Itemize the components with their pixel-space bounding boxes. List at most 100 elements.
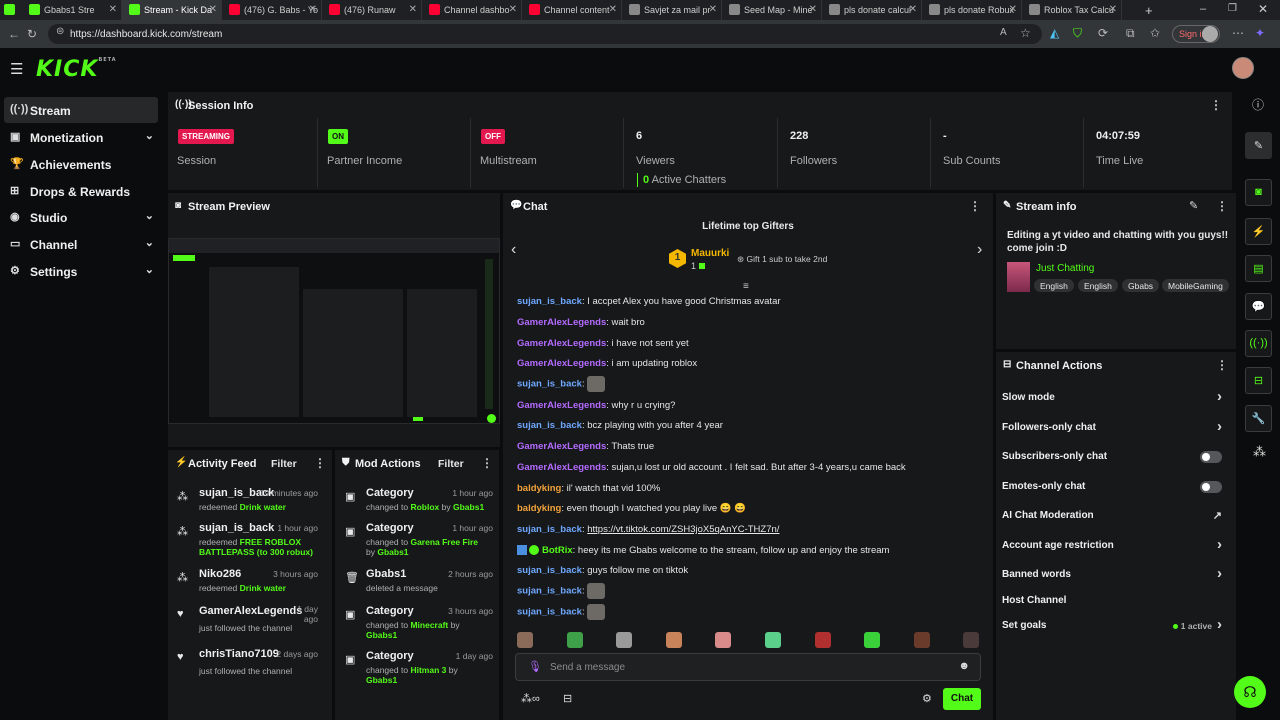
- chat-username[interactable]: sujan_is_back: [517, 420, 582, 431]
- channel-action-banned-words[interactable]: Banned words ›: [1002, 565, 1228, 589]
- tab-close-icon[interactable]: ✕: [1109, 4, 1117, 15]
- toggle-switch[interactable]: [1200, 451, 1222, 463]
- tab-close-icon[interactable]: ✕: [709, 4, 717, 15]
- chat-menu-icon[interactable]: ⋮: [969, 199, 981, 213]
- profile-avatar-icon[interactable]: [1202, 26, 1218, 42]
- browser-tab[interactable]: pls donate Robux ✕: [922, 0, 1022, 20]
- pinned-collapse-icon[interactable]: ≡: [743, 281, 749, 292]
- channel-action-slow-mode[interactable]: Slow mode ›: [1002, 388, 1228, 412]
- mic-icon[interactable]: 🎙: [528, 660, 542, 673]
- split-screen-icon[interactable]: ⧉: [1126, 26, 1135, 41]
- url-field[interactable]: https://dashboard.kick.com/stream: [48, 24, 1042, 44]
- favorites-icon[interactable]: ✩: [1150, 26, 1160, 40]
- mod-action-item[interactable]: ▣ Category 1 day ago changed to Hitman 3 by…: [335, 650, 495, 690]
- send-chat-button[interactable]: Chat: [943, 688, 981, 710]
- emote-suggestion[interactable]: [715, 632, 732, 648]
- mod-action-item[interactable]: ▣ Category 3 hours ago changed to Minecraft…: [335, 605, 495, 645]
- sidebar-item-monetization[interactable]: ▣ Monetization ⌄: [4, 124, 158, 150]
- apps-icon[interactable]: ⁂: [1253, 444, 1266, 460]
- stream-tag[interactable]: Gbabs: [1122, 279, 1160, 292]
- emote-suggestion[interactable]: [963, 632, 980, 648]
- tab-close-icon[interactable]: ✕: [209, 4, 217, 15]
- channel-action-followers-only-chat[interactable]: Followers-only chat ›: [1002, 418, 1228, 442]
- new-tab-icon[interactable]: +: [1145, 3, 1153, 18]
- mod-menu-icon[interactable]: ⋮: [481, 456, 493, 470]
- sidebar-item-achievements[interactable]: 🏆 Achievements: [4, 151, 158, 177]
- edit-stream-info-icon[interactable]: ✎: [1189, 199, 1198, 212]
- minimize-icon[interactable]: –: [1200, 3, 1206, 15]
- kick-logo[interactable]: KICKBETA: [36, 57, 117, 82]
- browser-tab[interactable]: (476) Runaw ✕: [322, 0, 422, 20]
- gifters-next-icon[interactable]: ›: [977, 241, 982, 259]
- favorite-icon[interactable]: ☆: [1020, 26, 1031, 40]
- chevron-right-icon[interactable]: ›: [1217, 418, 1222, 435]
- browser-tab[interactable]: Roblox Tax Calcu ✕: [1022, 0, 1122, 20]
- emote-suggestion[interactable]: [517, 632, 533, 648]
- tab-close-icon[interactable]: ✕: [609, 4, 617, 15]
- close-window-icon[interactable]: ✕: [1258, 2, 1268, 16]
- activity-menu-icon[interactable]: ⋮: [314, 456, 326, 470]
- maximize-icon[interactable]: ❐: [1228, 3, 1237, 14]
- activity-item[interactable]: ♥ chrisTiano7109 2 days ago just followed t…: [168, 648, 328, 688]
- chevron-down-icon[interactable]: ⌄: [145, 236, 154, 249]
- browser-tab[interactable]: pls donate calcul ✕: [822, 0, 922, 20]
- gifters-prev-icon[interactable]: ‹: [511, 241, 516, 259]
- external-link-icon[interactable]: ↗: [1213, 509, 1222, 522]
- chat-username[interactable]: sujan_is_back: [517, 607, 582, 618]
- chat-username[interactable]: GamerAlexLegends: [517, 338, 606, 349]
- category-name[interactable]: Just Chatting: [1036, 263, 1094, 274]
- tab-close-icon[interactable]: ✕: [409, 4, 417, 15]
- copilot-icon[interactable]: ✦: [1255, 26, 1265, 40]
- shield-icon[interactable]: ⛉: [1073, 26, 1082, 41]
- chat-username[interactable]: sujan_is_back: [517, 565, 582, 576]
- tab-close-icon[interactable]: ✕: [509, 4, 517, 15]
- mod-action-item[interactable]: 🗑 Gbabs1 2 hours ago deleted a message: [335, 568, 495, 608]
- chat-settings-icon[interactable]: ⚙: [922, 692, 932, 705]
- site-info-icon[interactable]: ⊜: [56, 26, 64, 37]
- activity-filter-button[interactable]: Filter: [271, 458, 297, 470]
- chevron-right-icon[interactable]: ›: [1217, 388, 1222, 405]
- help-button[interactable]: ☊: [1234, 676, 1266, 708]
- chat-username[interactable]: GamerAlexLegends: [517, 358, 606, 369]
- mod-action-item[interactable]: ▣ Category 1 hour ago changed to Roblox by …: [335, 487, 495, 527]
- chat-username[interactable]: sujan_is_back: [517, 586, 582, 597]
- sidebar-item-studio[interactable]: ◉ Studio ⌄: [4, 204, 158, 230]
- chat-icon[interactable]: 💬: [1245, 293, 1272, 320]
- chat-username[interactable]: sujan_is_back: [517, 524, 582, 535]
- tab-close-icon[interactable]: ✕: [109, 4, 117, 15]
- chat-username[interactable]: GamerAlexLegends: [517, 441, 606, 452]
- activity-item[interactable]: ♥ GamerAlexLegends 1 day ago just followed …: [168, 604, 328, 645]
- emote-suggestion[interactable]: [765, 632, 781, 648]
- channel-action-ai-chat-moderation[interactable]: AI Chat Moderation ↗: [1002, 510, 1228, 530]
- sidebar-item-stream[interactable]: ((·)) Stream: [4, 97, 158, 123]
- stream-tag[interactable]: English: [1078, 279, 1118, 292]
- hamburger-menu-icon[interactable]: ☰: [10, 60, 23, 78]
- wrench-icon[interactable]: 🔧: [1245, 405, 1272, 432]
- channel-actions-menu-icon[interactable]: ⋮: [1216, 358, 1228, 372]
- bolt-icon[interactable]: ⚡: [1245, 218, 1272, 245]
- stream-tag[interactable]: English: [1034, 279, 1074, 292]
- sidebar-item-drops[interactable]: ⊞ Drops & Rewards: [4, 178, 158, 204]
- user-avatar[interactable]: [1232, 57, 1254, 79]
- activity-item[interactable]: ⁂ sujan_is_back 1 hour ago redeemed FREE RO…: [168, 522, 328, 562]
- stream-info-menu-icon[interactable]: ⋮: [1216, 199, 1228, 213]
- channel-action-subscribers-only-chat[interactable]: Subscribers-only chat: [1002, 451, 1228, 471]
- session-menu-icon[interactable]: ⋮: [1210, 98, 1222, 112]
- chat-username[interactable]: GamerAlexLegends: [517, 462, 606, 473]
- note-icon[interactable]: ▤: [1245, 255, 1272, 282]
- back-icon[interactable]: ←: [8, 27, 20, 41]
- chevron-down-icon[interactable]: ⌄: [145, 129, 154, 142]
- stream-tag[interactable]: MobileGaming: [1162, 279, 1229, 292]
- emote-suggestion[interactable]: [913, 632, 930, 648]
- browser-tab[interactable]: (476) G. Babs - Yo ✕: [222, 0, 322, 20]
- sidebar-item-channel[interactable]: ▭ Channel ⌄: [4, 231, 158, 257]
- tab-close-icon[interactable]: ✕: [809, 4, 817, 15]
- chat-username[interactable]: BotRix: [542, 545, 573, 556]
- emoji-icon[interactable]: ☻: [958, 660, 970, 672]
- chat-username[interactable]: baldyking: [517, 503, 561, 514]
- browser-tab[interactable]: Seed Map - Mine ✕: [722, 0, 822, 20]
- kick-favicon-icon[interactable]: [4, 4, 15, 15]
- chat-username[interactable]: sujan_is_back: [517, 379, 582, 390]
- mod-filter-button[interactable]: Filter: [438, 458, 464, 470]
- info-icon[interactable]: ⓘ: [1252, 96, 1264, 113]
